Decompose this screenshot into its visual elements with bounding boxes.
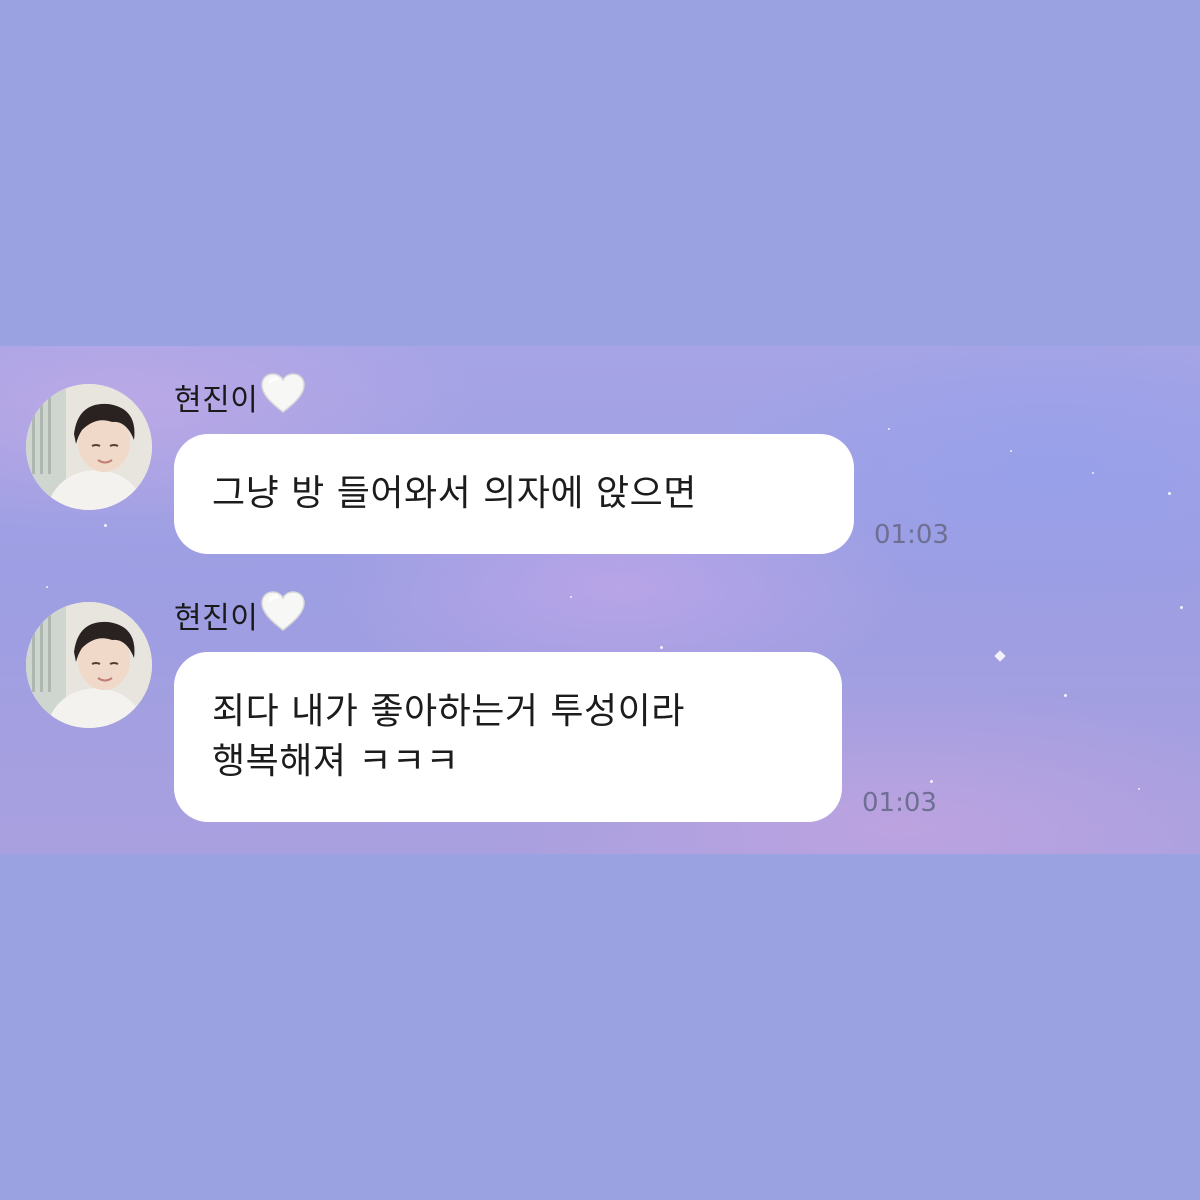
avatar[interactable]	[26, 384, 152, 510]
sender-name-text: 현진이	[174, 383, 259, 418]
sender-name-text: 현진이	[174, 601, 259, 636]
avatar[interactable]	[26, 602, 152, 728]
profile-photo-icon	[26, 602, 152, 728]
white-heart-icon-svg	[261, 373, 306, 413]
sender-name: 현진이	[174, 372, 306, 422]
profile-photo-icon	[26, 384, 152, 510]
white-heart-icon	[260, 590, 306, 640]
sender-name: 현진이	[174, 590, 306, 640]
message-time: 01:03	[874, 520, 949, 550]
message-text: 그냥 방 들어와서 의자에 앉으면	[212, 473, 697, 514]
message-bubble[interactable]: 죄다 내가 좋아하는거 투성이라 행복해져 ㅋㅋㅋ	[174, 652, 842, 822]
chat-panel: 현진이 그냥 방 들어와서 의자에 앉으면 01:03 현진이 죄다 내가 좋아…	[0, 346, 1200, 854]
message-time: 01:03	[862, 788, 937, 818]
message-text-line: 죄다 내가 좋아하는거 투성이라	[212, 691, 685, 732]
white-heart-icon	[260, 372, 306, 422]
message-text-line: 행복해져 ㅋㅋㅋ	[212, 741, 460, 782]
white-heart-icon-svg	[261, 591, 306, 631]
message-bubble[interactable]: 그냥 방 들어와서 의자에 앉으면	[174, 434, 854, 554]
